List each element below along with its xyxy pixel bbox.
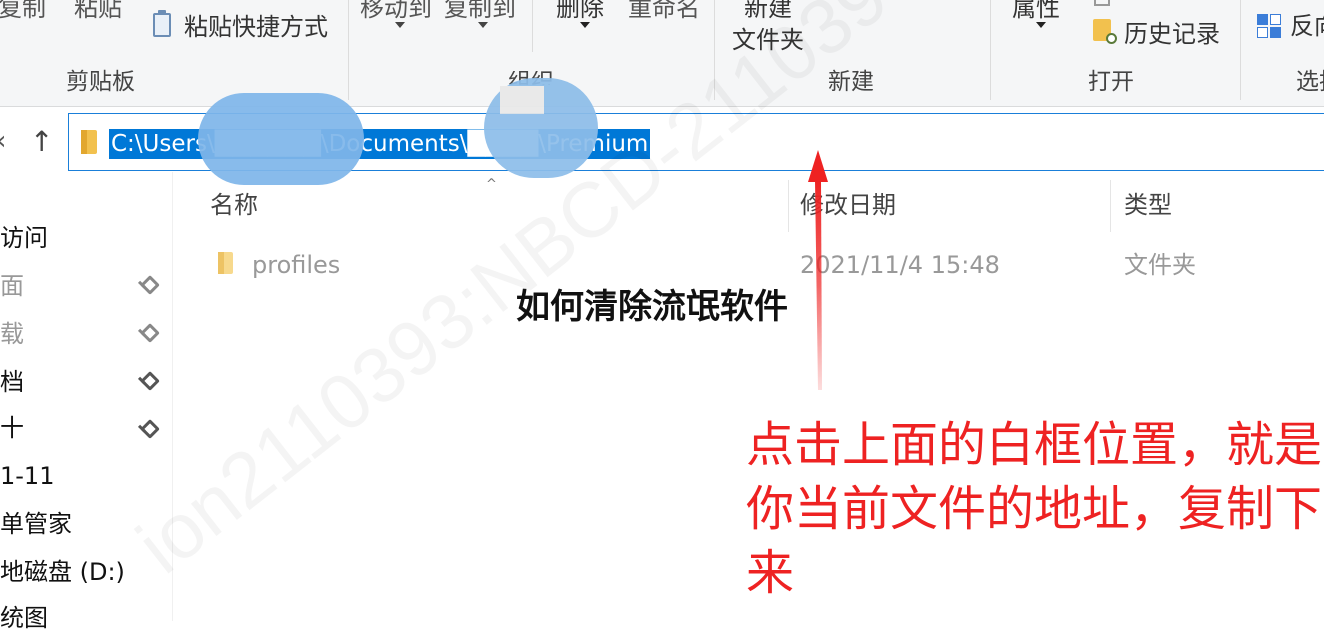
group-divider [1240, 0, 1241, 100]
pin-icon [140, 371, 160, 391]
column-header-type[interactable]: 类型 [1124, 193, 1172, 217]
sidebar-item-documents[interactable]: 档 [0, 370, 24, 394]
paste-shortcut-button[interactable]: 粘贴快捷方式 [184, 15, 328, 39]
sidebar-item-folder-date[interactable]: 1-11 [0, 464, 54, 488]
paste-shortcut-icon [153, 10, 171, 37]
history-icon [1093, 19, 1117, 44]
column-header-modified[interactable]: 修改日期 [800, 193, 896, 217]
folder-icon [218, 252, 233, 274]
sidebar-item-desktop[interactable]: 面 [0, 274, 24, 298]
pin-icon [140, 419, 160, 439]
folder-icon [81, 130, 97, 154]
invert-selection-icon [1257, 14, 1283, 40]
properties-dropdown-icon [1036, 22, 1046, 28]
sidebar-item-downloads[interactable]: 载 [0, 322, 24, 346]
sidebar-item-system[interactable]: 统图 [0, 606, 48, 630]
open-group-label: 打开 [1088, 69, 1134, 95]
delete-button[interactable]: 删除 [556, 0, 604, 20]
sidebar-item-local-disk-d[interactable]: 地磁盘 (D:) [0, 560, 125, 584]
sidebar-item-quick-access[interactable]: 访问 [0, 226, 48, 250]
group-divider [348, 0, 349, 100]
properties-button[interactable]: 属性 [1012, 0, 1060, 20]
copy-button[interactable]: 复制 [0, 0, 46, 20]
column-divider[interactable] [1110, 180, 1111, 232]
sidebar-item-pictures[interactable]: 十 [0, 416, 24, 440]
pin-icon [140, 323, 160, 343]
group-divider [532, 0, 533, 52]
column-header-name[interactable]: 名称 [210, 193, 258, 217]
paste-button[interactable]: 粘贴 [74, 0, 122, 20]
select-group-label: 选择 [1296, 69, 1324, 95]
history-button[interactable]: 历史记录 [1124, 22, 1220, 46]
sidebar-item-manager[interactable]: 单管家 [0, 512, 72, 536]
sort-ascending-icon: ^ [486, 177, 497, 192]
file-modified-date: 2021/11/4 15:48 [800, 251, 1000, 279]
column-divider[interactable] [788, 180, 789, 232]
open-icon [1094, 0, 1110, 6]
ribbon-toolbar: 复制 粘贴 粘贴快捷方式 剪贴板 移动到 复制到 删除 重命名 组织 新建 文件… [0, 0, 1324, 107]
privacy-blur-mask [198, 93, 364, 185]
back-button[interactable]: ‹ [0, 128, 6, 154]
pin-icon [140, 275, 160, 295]
overlay-title: 如何清除流氓软件 [516, 287, 788, 327]
copy-to-button[interactable]: 复制到 [444, 0, 516, 20]
invert-selection-button[interactable]: 反向 [1290, 14, 1324, 38]
up-button[interactable]: ↑ [30, 128, 53, 156]
clipboard-group-label: 剪贴板 [66, 69, 135, 95]
delete-dropdown-icon [580, 22, 590, 28]
file-type: 文件夹 [1124, 251, 1196, 279]
move-to-dropdown-icon [395, 22, 405, 28]
annotation-note: 点击上面的白框位置，就是你当前文件的地址，复制下来 [746, 417, 1323, 601]
rename-button[interactable]: 重命名 [628, 0, 700, 20]
move-to-button[interactable]: 移动到 [360, 0, 432, 20]
group-divider [990, 0, 991, 100]
copy-to-dropdown-icon [478, 22, 488, 28]
file-name[interactable]: profiles [252, 253, 340, 277]
